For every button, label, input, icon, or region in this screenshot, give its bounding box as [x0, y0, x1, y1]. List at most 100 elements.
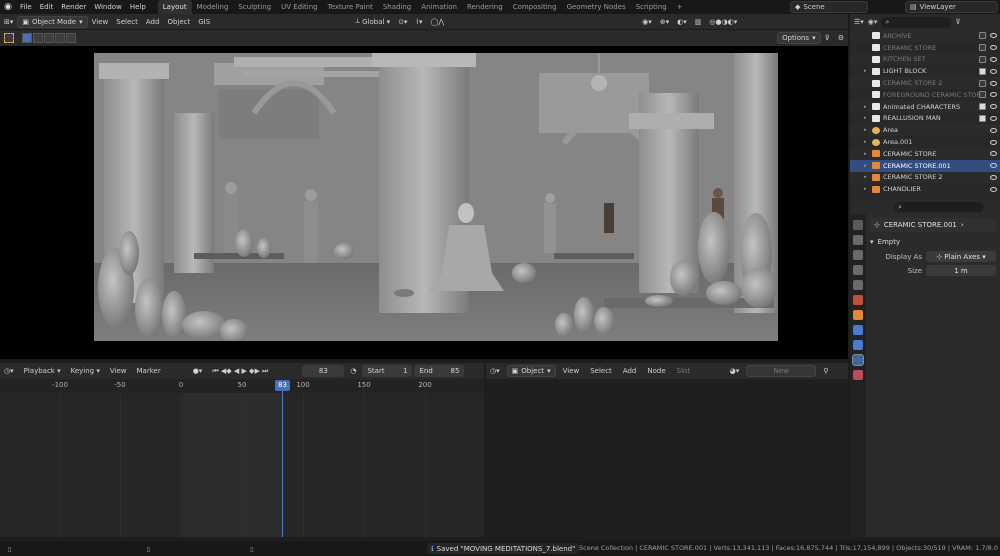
- select-subtract-icon[interactable]: [44, 33, 54, 43]
- eye-icon[interactable]: [990, 115, 997, 121]
- editor-type-icon[interactable]: ⊞▾: [0, 16, 17, 28]
- xray-icon[interactable]: ▥: [691, 16, 706, 28]
- shader-editor-type-icon[interactable]: ◷▾: [486, 365, 504, 377]
- menu-window[interactable]: Window: [90, 0, 126, 14]
- constraints-tab-icon[interactable]: [853, 340, 863, 350]
- expand-arrow-icon[interactable]: ▸: [864, 174, 867, 180]
- expand-arrow-icon[interactable]: ▸: [864, 163, 867, 169]
- object-data-tab-icon[interactable]: [852, 354, 864, 366]
- exclude-checkbox[interactable]: [979, 79, 986, 87]
- tab-geometry-nodes[interactable]: Geometry Nodes: [562, 0, 631, 14]
- slot-dropdown[interactable]: Slot: [673, 365, 723, 377]
- timeline-area[interactable]: [0, 393, 484, 537]
- timeline-editor-type-icon[interactable]: ◷▾: [0, 365, 18, 377]
- new-material-button[interactable]: New: [746, 365, 817, 377]
- eye-icon[interactable]: [990, 174, 997, 180]
- settings-icon[interactable]: ⚙: [834, 32, 848, 44]
- mode-dropdown[interactable]: ▣ Object Mode ▾: [17, 15, 88, 28]
- expand-arrow-icon[interactable]: ▸: [864, 104, 867, 110]
- options-dropdown[interactable]: Options ▾: [777, 32, 821, 44]
- menu-file[interactable]: File: [16, 0, 36, 14]
- expand-arrow-icon[interactable]: ▸: [864, 186, 867, 192]
- proportional-edit-icon[interactable]: ◯⋀: [427, 16, 449, 28]
- expand-arrow-icon[interactable]: ▸: [864, 139, 867, 145]
- exclude-checkbox[interactable]: [979, 67, 986, 75]
- outliner-row[interactable]: ▸ REALLUSION MAN: [850, 113, 1000, 125]
- shader-node-canvas[interactable]: [486, 379, 848, 537]
- object-tab-icon[interactable]: [853, 310, 863, 320]
- outliner-row[interactable]: KITCHEN SET: [850, 53, 1000, 66]
- select-extend-icon[interactable]: [33, 33, 43, 43]
- eye-icon[interactable]: [990, 56, 997, 62]
- texture-tab-icon[interactable]: [853, 370, 863, 380]
- timeline-ruler[interactable]: -100 -50 0 50 100 150 200: [0, 379, 484, 393]
- outliner-row[interactable]: CERAMIC STORE: [850, 42, 1000, 54]
- shading-modes-icon[interactable]: ◎●◑◐▾: [705, 16, 741, 28]
- tab-sculpting[interactable]: Sculpting: [233, 0, 276, 14]
- record-icon[interactable]: ●▾: [189, 365, 207, 377]
- end-frame-field[interactable]: End 85: [414, 365, 465, 377]
- playhead-line[interactable]: [282, 385, 283, 537]
- tab-compositing[interactable]: Compositing: [508, 0, 562, 14]
- 3d-viewport[interactable]: [0, 46, 848, 359]
- blender-logo-icon[interactable]: ◉: [0, 0, 16, 14]
- shader-menu-node[interactable]: Node: [643, 365, 669, 377]
- view-layer-tab-icon[interactable]: [853, 265, 863, 275]
- menu-render[interactable]: Render: [57, 0, 90, 14]
- timeline-menu-keying[interactable]: Keying ▾: [67, 365, 104, 377]
- select-invert-icon[interactable]: [55, 33, 65, 43]
- exclude-checkbox[interactable]: [979, 103, 986, 111]
- transform-orientation-dropdown[interactable]: ⟂ Global ▾: [351, 16, 394, 28]
- menu-edit[interactable]: Edit: [36, 0, 58, 14]
- expand-arrow-icon[interactable]: ▸: [864, 115, 867, 121]
- render-tab-icon[interactable]: [853, 235, 863, 245]
- exclude-checkbox[interactable]: [979, 55, 986, 63]
- timeline-menu-view[interactable]: View: [106, 365, 131, 377]
- outliner-row[interactable]: FOREGROUND CERAMIC STORE: [850, 89, 1000, 101]
- playhead-frame-indicator[interactable]: 83: [275, 380, 290, 391]
- outliner-search-input[interactable]: ⌕: [881, 16, 952, 28]
- expand-arrow-icon[interactable]: ▸: [864, 151, 867, 157]
- tab-uv-editing[interactable]: UV Editing: [276, 0, 323, 14]
- shader-menu-select[interactable]: Select: [586, 365, 616, 377]
- shader-menu-view[interactable]: View: [559, 365, 584, 377]
- tab-rendering[interactable]: Rendering: [462, 0, 508, 14]
- scene-tab-icon[interactable]: [853, 280, 863, 290]
- outliner-row[interactable]: ▸ CERAMIC STORE: [850, 147, 1000, 160]
- outliner-row[interactable]: CERAMIC STORE 2: [850, 77, 1000, 89]
- outliner-row[interactable]: ▸ CERAMIC STORE.001: [850, 159, 1000, 172]
- world-tab-icon[interactable]: [853, 295, 863, 305]
- empty-panel-header[interactable]: ▾ Empty: [870, 236, 996, 248]
- outliner-row[interactable]: ▸ Animated CHARACTERS: [850, 100, 1000, 113]
- outliner-row[interactable]: ▸ CERAMIC STORE 2: [850, 171, 1000, 184]
- material-icon[interactable]: ◕▾: [726, 365, 744, 377]
- tab-animation[interactable]: Animation: [416, 0, 462, 14]
- scene-selector[interactable]: ◆ Scene: [790, 1, 868, 13]
- playback-controls[interactable]: ⏮ ◀◆ ◀ ▶ ◆▶ ⏭: [208, 365, 272, 377]
- shader-menu-add[interactable]: Add: [619, 365, 641, 377]
- select-intersect-icon[interactable]: [66, 33, 76, 43]
- select-tool-icon[interactable]: [0, 32, 18, 44]
- output-tab-icon[interactable]: [853, 250, 863, 260]
- exclude-checkbox[interactable]: [979, 114, 986, 122]
- current-frame-field[interactable]: 83: [302, 365, 345, 377]
- view-layer-selector[interactable]: ▤ ViewLayer: [905, 1, 998, 13]
- timeline-menu-marker[interactable]: Marker: [133, 365, 165, 377]
- eye-icon[interactable]: [990, 80, 997, 86]
- expand-arrow-icon[interactable]: ▸: [864, 127, 867, 133]
- tool-tab-icon[interactable]: [853, 220, 863, 230]
- object-name-field[interactable]: ⊹ CERAMIC STORE.001 ›: [870, 218, 996, 232]
- snap-icon[interactable]: ⌇▾: [412, 16, 427, 28]
- eye-icon[interactable]: [990, 127, 997, 133]
- outliner-row[interactable]: ▸ LIGHT BLOCK: [850, 65, 1000, 77]
- eye-icon[interactable]: [990, 139, 997, 145]
- properties-search-input[interactable]: ⌕: [894, 202, 984, 212]
- shader-object-dropdown[interactable]: ▣ Object ▾: [506, 365, 556, 377]
- tab-texture-paint[interactable]: Texture Paint: [323, 0, 378, 14]
- select-new-icon[interactable]: [22, 33, 32, 43]
- pivot-point-icon[interactable]: ⊙▾: [394, 16, 411, 28]
- filter-icon[interactable]: ⊽: [821, 32, 834, 44]
- visibility-icon[interactable]: ◉▾: [638, 16, 656, 28]
- pin-icon[interactable]: ⚲: [819, 365, 832, 377]
- preview-range-icon[interactable]: ◔: [346, 365, 360, 377]
